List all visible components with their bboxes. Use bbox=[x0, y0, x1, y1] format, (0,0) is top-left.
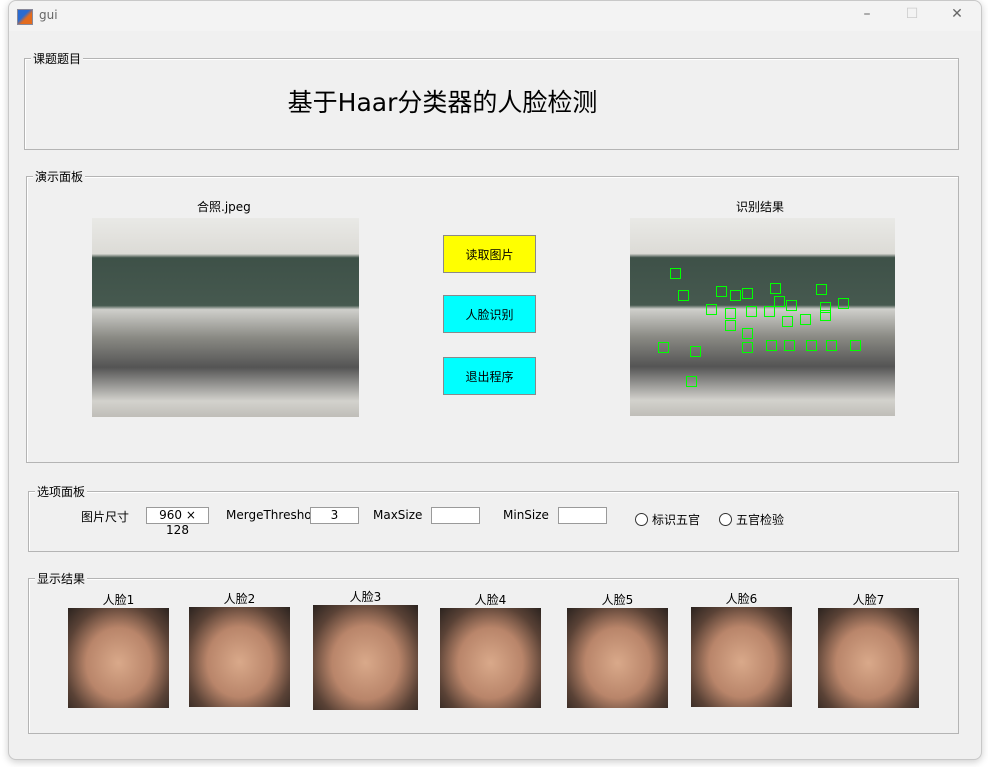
detection-box bbox=[716, 286, 727, 297]
detection-box bbox=[850, 340, 861, 351]
detect-face-button[interactable]: 人脸识别 bbox=[443, 295, 536, 333]
merge-threshold-label: MergeThresho bbox=[226, 508, 312, 522]
face-thumbnail bbox=[68, 608, 169, 708]
merge-threshold-input[interactable]: 3 bbox=[310, 507, 359, 524]
detection-box bbox=[826, 340, 837, 351]
face-label: 人脸2 bbox=[223, 592, 256, 606]
detection-box bbox=[820, 310, 831, 321]
result-image-title: 识别结果 bbox=[736, 200, 785, 214]
face-thumbnail bbox=[818, 608, 919, 708]
exit-button[interactable]: 退出程序 bbox=[443, 357, 536, 395]
face-label: 人脸7 bbox=[852, 593, 885, 607]
detection-box bbox=[742, 328, 753, 339]
min-size-input[interactable] bbox=[558, 507, 607, 524]
face-thumbnail bbox=[313, 605, 418, 710]
demo-panel: 演示面板 合照.jpeg 读取图片 人脸识别 退出程序 识别结果 bbox=[26, 168, 959, 463]
detection-box bbox=[686, 376, 697, 387]
max-size-label: MaxSize bbox=[373, 508, 423, 522]
minimize-button[interactable]: – bbox=[852, 6, 882, 22]
panel-label: 课题题目 bbox=[31, 50, 84, 67]
matlab-icon bbox=[17, 9, 33, 25]
detection-box bbox=[816, 284, 827, 295]
read-image-button[interactable]: 读取图片 bbox=[443, 235, 536, 273]
input-photo bbox=[92, 218, 359, 417]
detection-box bbox=[658, 342, 669, 353]
face-label: 人脸1 bbox=[102, 593, 135, 607]
panel-label: 选项面板 bbox=[35, 483, 88, 500]
feature-check-label[interactable]: 五官检验 bbox=[736, 511, 784, 528]
face-label: 人脸3 bbox=[349, 590, 382, 604]
app-window: gui – ☐ ✕ 课题题目 基于Haar分类器的人脸检测 演示面板 合照.jp… bbox=[8, 0, 982, 760]
page-title: 基于Haar分类器的人脸检测 bbox=[287, 88, 598, 117]
face-label: 人脸4 bbox=[474, 593, 507, 607]
detection-box bbox=[770, 283, 781, 294]
detection-box bbox=[806, 340, 817, 351]
detection-box bbox=[730, 290, 741, 301]
detection-box bbox=[706, 304, 717, 315]
face-thumbnail bbox=[440, 608, 541, 708]
face-label: 人脸6 bbox=[725, 592, 758, 606]
detection-box bbox=[782, 316, 793, 327]
face-label: 人脸5 bbox=[601, 593, 634, 607]
detection-box bbox=[725, 320, 736, 331]
close-button[interactable]: ✕ bbox=[942, 6, 972, 22]
detection-box bbox=[838, 298, 849, 309]
detection-box bbox=[766, 340, 777, 351]
title-panel: 课题题目 基于Haar分类器的人脸检测 bbox=[24, 50, 959, 150]
detection-box bbox=[678, 290, 689, 301]
face-thumbnail bbox=[189, 607, 290, 707]
options-panel: 选项面板 图片尺寸 960 × 128 MergeThresho 3 MaxSi… bbox=[28, 483, 959, 552]
results-panel: 显示结果 人脸1 人脸2 人脸3 人脸4 人脸5 人脸6 人脸7 bbox=[28, 570, 959, 734]
detection-box bbox=[764, 306, 775, 317]
window-title: gui bbox=[39, 8, 58, 22]
detection-box bbox=[800, 314, 811, 325]
detection-box bbox=[690, 346, 701, 357]
result-photo bbox=[630, 218, 895, 416]
image-size-label: 图片尺寸 bbox=[81, 510, 130, 524]
face-thumbnail bbox=[691, 607, 792, 707]
detection-box bbox=[670, 268, 681, 279]
image-size-field[interactable]: 960 × 128 bbox=[146, 507, 209, 537]
mark-features-radio[interactable] bbox=[635, 513, 648, 526]
feature-check-radio[interactable] bbox=[719, 513, 732, 526]
detection-box bbox=[725, 308, 736, 319]
min-size-label: MinSize bbox=[503, 508, 549, 522]
title-bar: gui – ☐ ✕ bbox=[9, 1, 981, 31]
detection-box bbox=[742, 342, 753, 353]
detection-box bbox=[784, 340, 795, 351]
input-image-title: 合照.jpeg bbox=[197, 200, 251, 214]
panel-label: 显示结果 bbox=[35, 570, 88, 587]
maximize-button[interactable]: ☐ bbox=[897, 6, 927, 22]
panel-label: 演示面板 bbox=[33, 168, 86, 185]
mark-features-label[interactable]: 标识五官 bbox=[652, 511, 700, 528]
max-size-input[interactable] bbox=[431, 507, 480, 524]
face-thumbnail bbox=[567, 608, 668, 708]
detection-box bbox=[742, 288, 753, 299]
detection-box bbox=[786, 300, 797, 311]
detection-box bbox=[774, 296, 785, 307]
detection-box bbox=[746, 306, 757, 317]
